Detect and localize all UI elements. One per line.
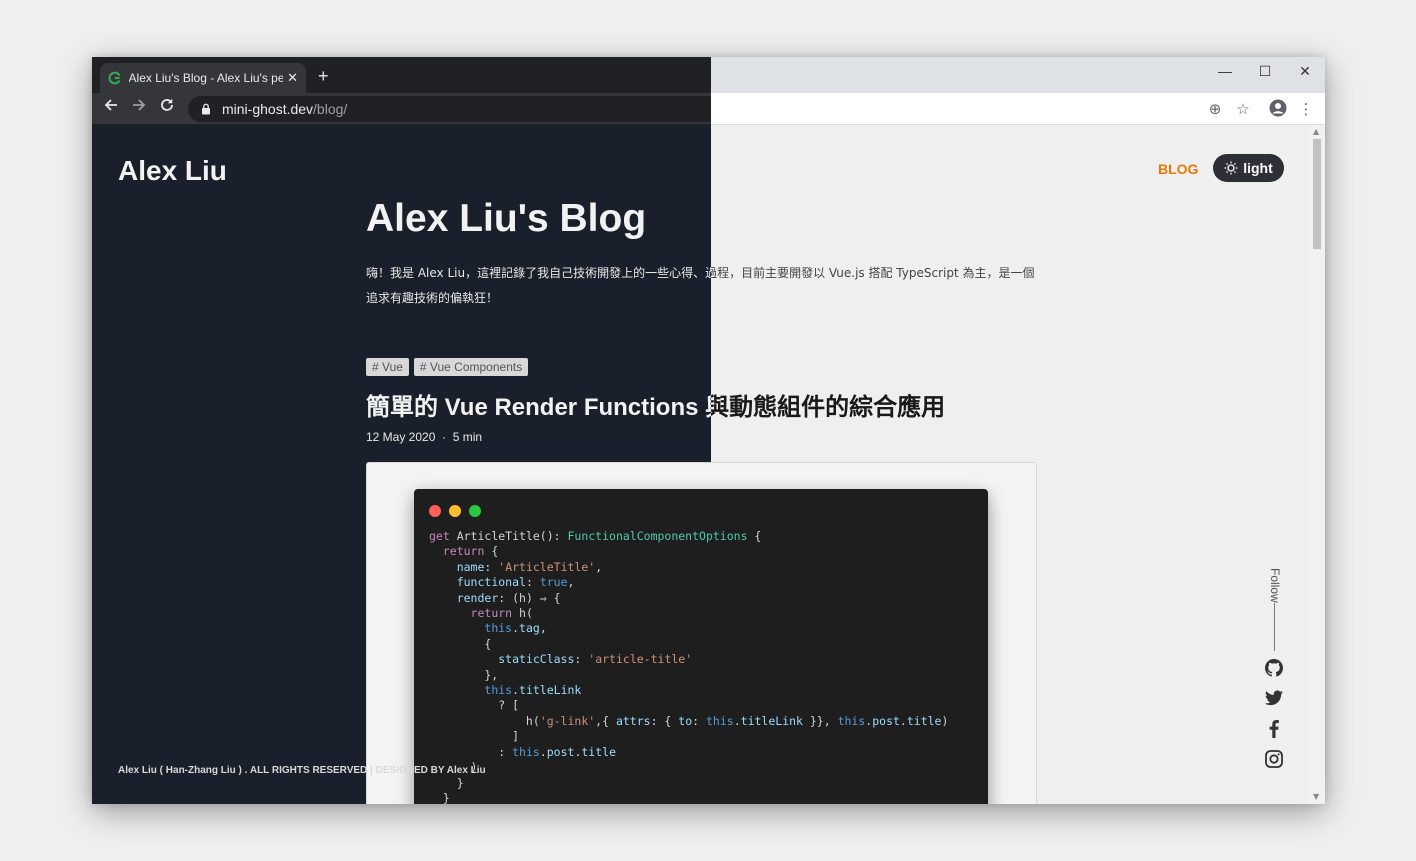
sun-icon <box>1224 161 1238 175</box>
blog-title-dark: Alex Liu's Blog <box>366 197 647 240</box>
url-text[interactable]: mini-ghost.dev/blog/ <box>222 101 347 117</box>
lock-icon <box>202 103 210 115</box>
new-tab-button[interactable]: + <box>318 66 329 87</box>
post-read-time-dark: 5 min <box>452 430 483 444</box>
maximize-button[interactable]: ☐ <box>1245 60 1285 82</box>
follow-label: Follow <box>1268 568 1282 603</box>
profile-avatar-icon[interactable] <box>1268 99 1288 119</box>
scroll-up-arrow[interactable]: ▲ <box>1313 127 1319 136</box>
close-tab-icon[interactable]: ✕ <box>287 71 298 86</box>
page-scrollbar[interactable]: ▲ ▼ <box>1309 125 1325 804</box>
window-dots-dark <box>429 505 481 517</box>
scroll-thumb[interactable] <box>1313 139 1321 249</box>
add-site-icon[interactable]: ⊕ <box>1205 99 1225 119</box>
code-block-dark: get ArticleTitle(): FunctionalComponentO… <box>429 529 711 804</box>
url-path: /blog/ <box>313 101 348 117</box>
post-date-dark: 12 May 2020 <box>366 430 436 444</box>
site-favicon-icon <box>108 71 121 85</box>
theme-toggle-button[interactable]: light <box>1213 154 1284 182</box>
nav-blog-link[interactable]: BLOG <box>1158 161 1198 177</box>
dark-address-bar[interactable]: mini-ghost.dev/blog/ <box>188 96 711 122</box>
code-screenshot-dark: get ArticleTitle(): FunctionalComponentO… <box>414 489 711 804</box>
dark-tab-strip: Alex Liu's Blog - Alex Liu's personal bl… <box>92 57 711 93</box>
facebook-icon[interactable] <box>1264 719 1284 739</box>
tag-vue-dark[interactable]: # Vue <box>366 358 409 376</box>
github-icon[interactable] <box>1264 658 1284 678</box>
scroll-down-arrow[interactable]: ▼ <box>1313 792 1319 801</box>
instagram-icon[interactable] <box>1264 749 1284 769</box>
reload-icon[interactable] <box>157 97 177 117</box>
tab-title: Alex Liu's Blog - Alex Liu's personal bl… <box>128 71 284 85</box>
follow-divider <box>1274 603 1275 651</box>
post-tags-dark: # Vue # Vue Components <box>366 358 529 376</box>
site-name[interactable]: Alex Liu <box>118 155 227 187</box>
bookmark-star-icon[interactable]: ☆ <box>1233 99 1253 119</box>
back-arrow-icon[interactable] <box>101 97 121 117</box>
post-title-dark[interactable]: 簡單的 Vue Render Functions 與動態組件的綜合應用 <box>366 387 711 422</box>
theme-toggle-label: light <box>1243 160 1273 176</box>
url-host: mini-ghost.dev <box>222 101 314 117</box>
blog-intro-dark: 嗨！我是 Alex Liu，這裡記錄了我自己技術開發上的一些心得、過程，目前主要… <box>366 266 711 305</box>
twitter-icon[interactable] <box>1264 688 1284 708</box>
browser-tab[interactable]: Alex Liu's Blog - Alex Liu's personal bl… <box>100 63 306 93</box>
post-meta-dark: 12 May 2020 · 5 min <box>366 430 482 444</box>
dark-page-viewport: Alex Liu Alex Liu's Blog 嗨！我是 Alex Liu，這… <box>92 125 711 804</box>
follow-sidebar: Follow <box>1262 540 1286 780</box>
meta-separator-dark: · <box>442 430 447 444</box>
dark-theme-overlay: Alex Liu's Blog - Alex Liu's personal bl… <box>92 57 711 804</box>
browser-window: — ☐ ✕ ⊕ ☆ ⋮ BLOG light Alex Liu's Blog 嗨… <box>92 57 1325 804</box>
minimize-button[interactable]: — <box>1205 60 1245 82</box>
forward-arrow-icon[interactable] <box>129 97 149 117</box>
tag-vue-components-dark[interactable]: # Vue Components <box>413 358 529 376</box>
dark-browser-toolbar: mini-ghost.dev/blog/ <box>92 93 711 125</box>
browser-menu-icon[interactable]: ⋮ <box>1296 99 1316 119</box>
close-window-button[interactable]: ✕ <box>1285 60 1325 82</box>
site-footer: Alex Liu ( Han-Zhang Liu ) . ALL RIGHTS … <box>118 765 486 776</box>
